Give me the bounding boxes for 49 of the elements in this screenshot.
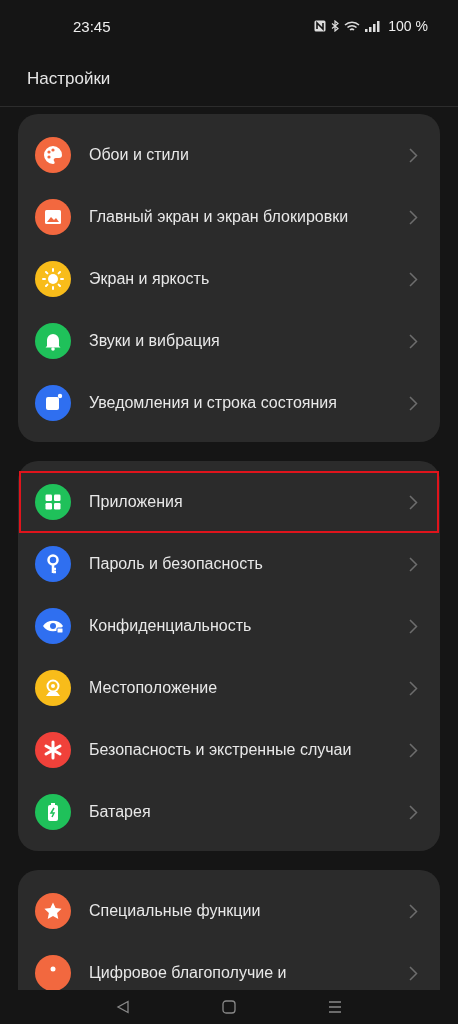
chevron-icon [409, 680, 418, 696]
signal-icon [365, 20, 382, 32]
bluetooth-icon [331, 20, 340, 32]
home-icon[interactable] [222, 1000, 236, 1014]
battery-level: 100 % [388, 18, 428, 34]
menu-icon[interactable] [328, 1000, 342, 1014]
settings-item[interactable]: Безопасность и экстренные случаи [18, 719, 440, 781]
item-label: Цифровое благополучие и [89, 964, 288, 982]
settings-item[interactable]: Приложения [18, 471, 440, 533]
chevron-icon [409, 618, 418, 634]
item-label: Экран и яркость [89, 270, 211, 288]
chevron-icon [409, 209, 418, 225]
chevron-icon [409, 742, 418, 758]
settings-item[interactable]: Специальные функции [18, 880, 440, 942]
chevron-icon [409, 147, 418, 163]
settings-item[interactable]: Цифровое благополучие и [18, 942, 440, 990]
settings-item[interactable]: Конфиденциальность [18, 595, 440, 657]
item-label: Звуки и вибрация [89, 332, 221, 350]
chevron-icon [409, 395, 418, 411]
settings-item[interactable]: Батарея [18, 781, 440, 843]
item-label: Главный экран и экран блокировки [89, 208, 350, 226]
item-label: Обои и стили [89, 146, 190, 164]
settings-item[interactable]: Пароль и безопасность [18, 533, 440, 595]
nfc-icon [314, 20, 327, 32]
item-label: Местоположение [89, 679, 219, 697]
settings-item[interactable]: Экран и яркость [18, 248, 440, 310]
item-label: Безопасность и экстренные случаи [89, 741, 353, 759]
item-label: Конфиденциальность [89, 617, 253, 635]
settings-item[interactable]: Обои и стили [18, 124, 440, 186]
settings-item[interactable]: Уведомления и строка состояния [18, 372, 440, 434]
chevron-icon [409, 333, 418, 349]
back-icon[interactable] [116, 1000, 130, 1014]
item-label: Приложения [89, 493, 184, 511]
item-label: Уведомления и строка состояния [89, 394, 338, 412]
item-label: Пароль и безопасность [89, 555, 264, 573]
chevron-icon [409, 556, 418, 572]
chevron-icon [409, 804, 418, 820]
chevron-icon [409, 965, 418, 981]
item-label: Батарея [89, 803, 152, 821]
chevron-icon [409, 271, 418, 287]
chevron-icon [409, 903, 418, 919]
page-title: Настройки [27, 69, 111, 89]
chevron-icon [409, 494, 418, 510]
settings-item[interactable]: Звуки и вибрация [18, 310, 440, 372]
item-label: Специальные функции [89, 902, 262, 920]
status-time: 23:45 [73, 17, 111, 35]
wifi-icon [344, 20, 361, 32]
settings-item[interactable]: Местоположение [18, 657, 440, 719]
settings-item[interactable]: Главный экран и экран блокировки [18, 186, 440, 248]
